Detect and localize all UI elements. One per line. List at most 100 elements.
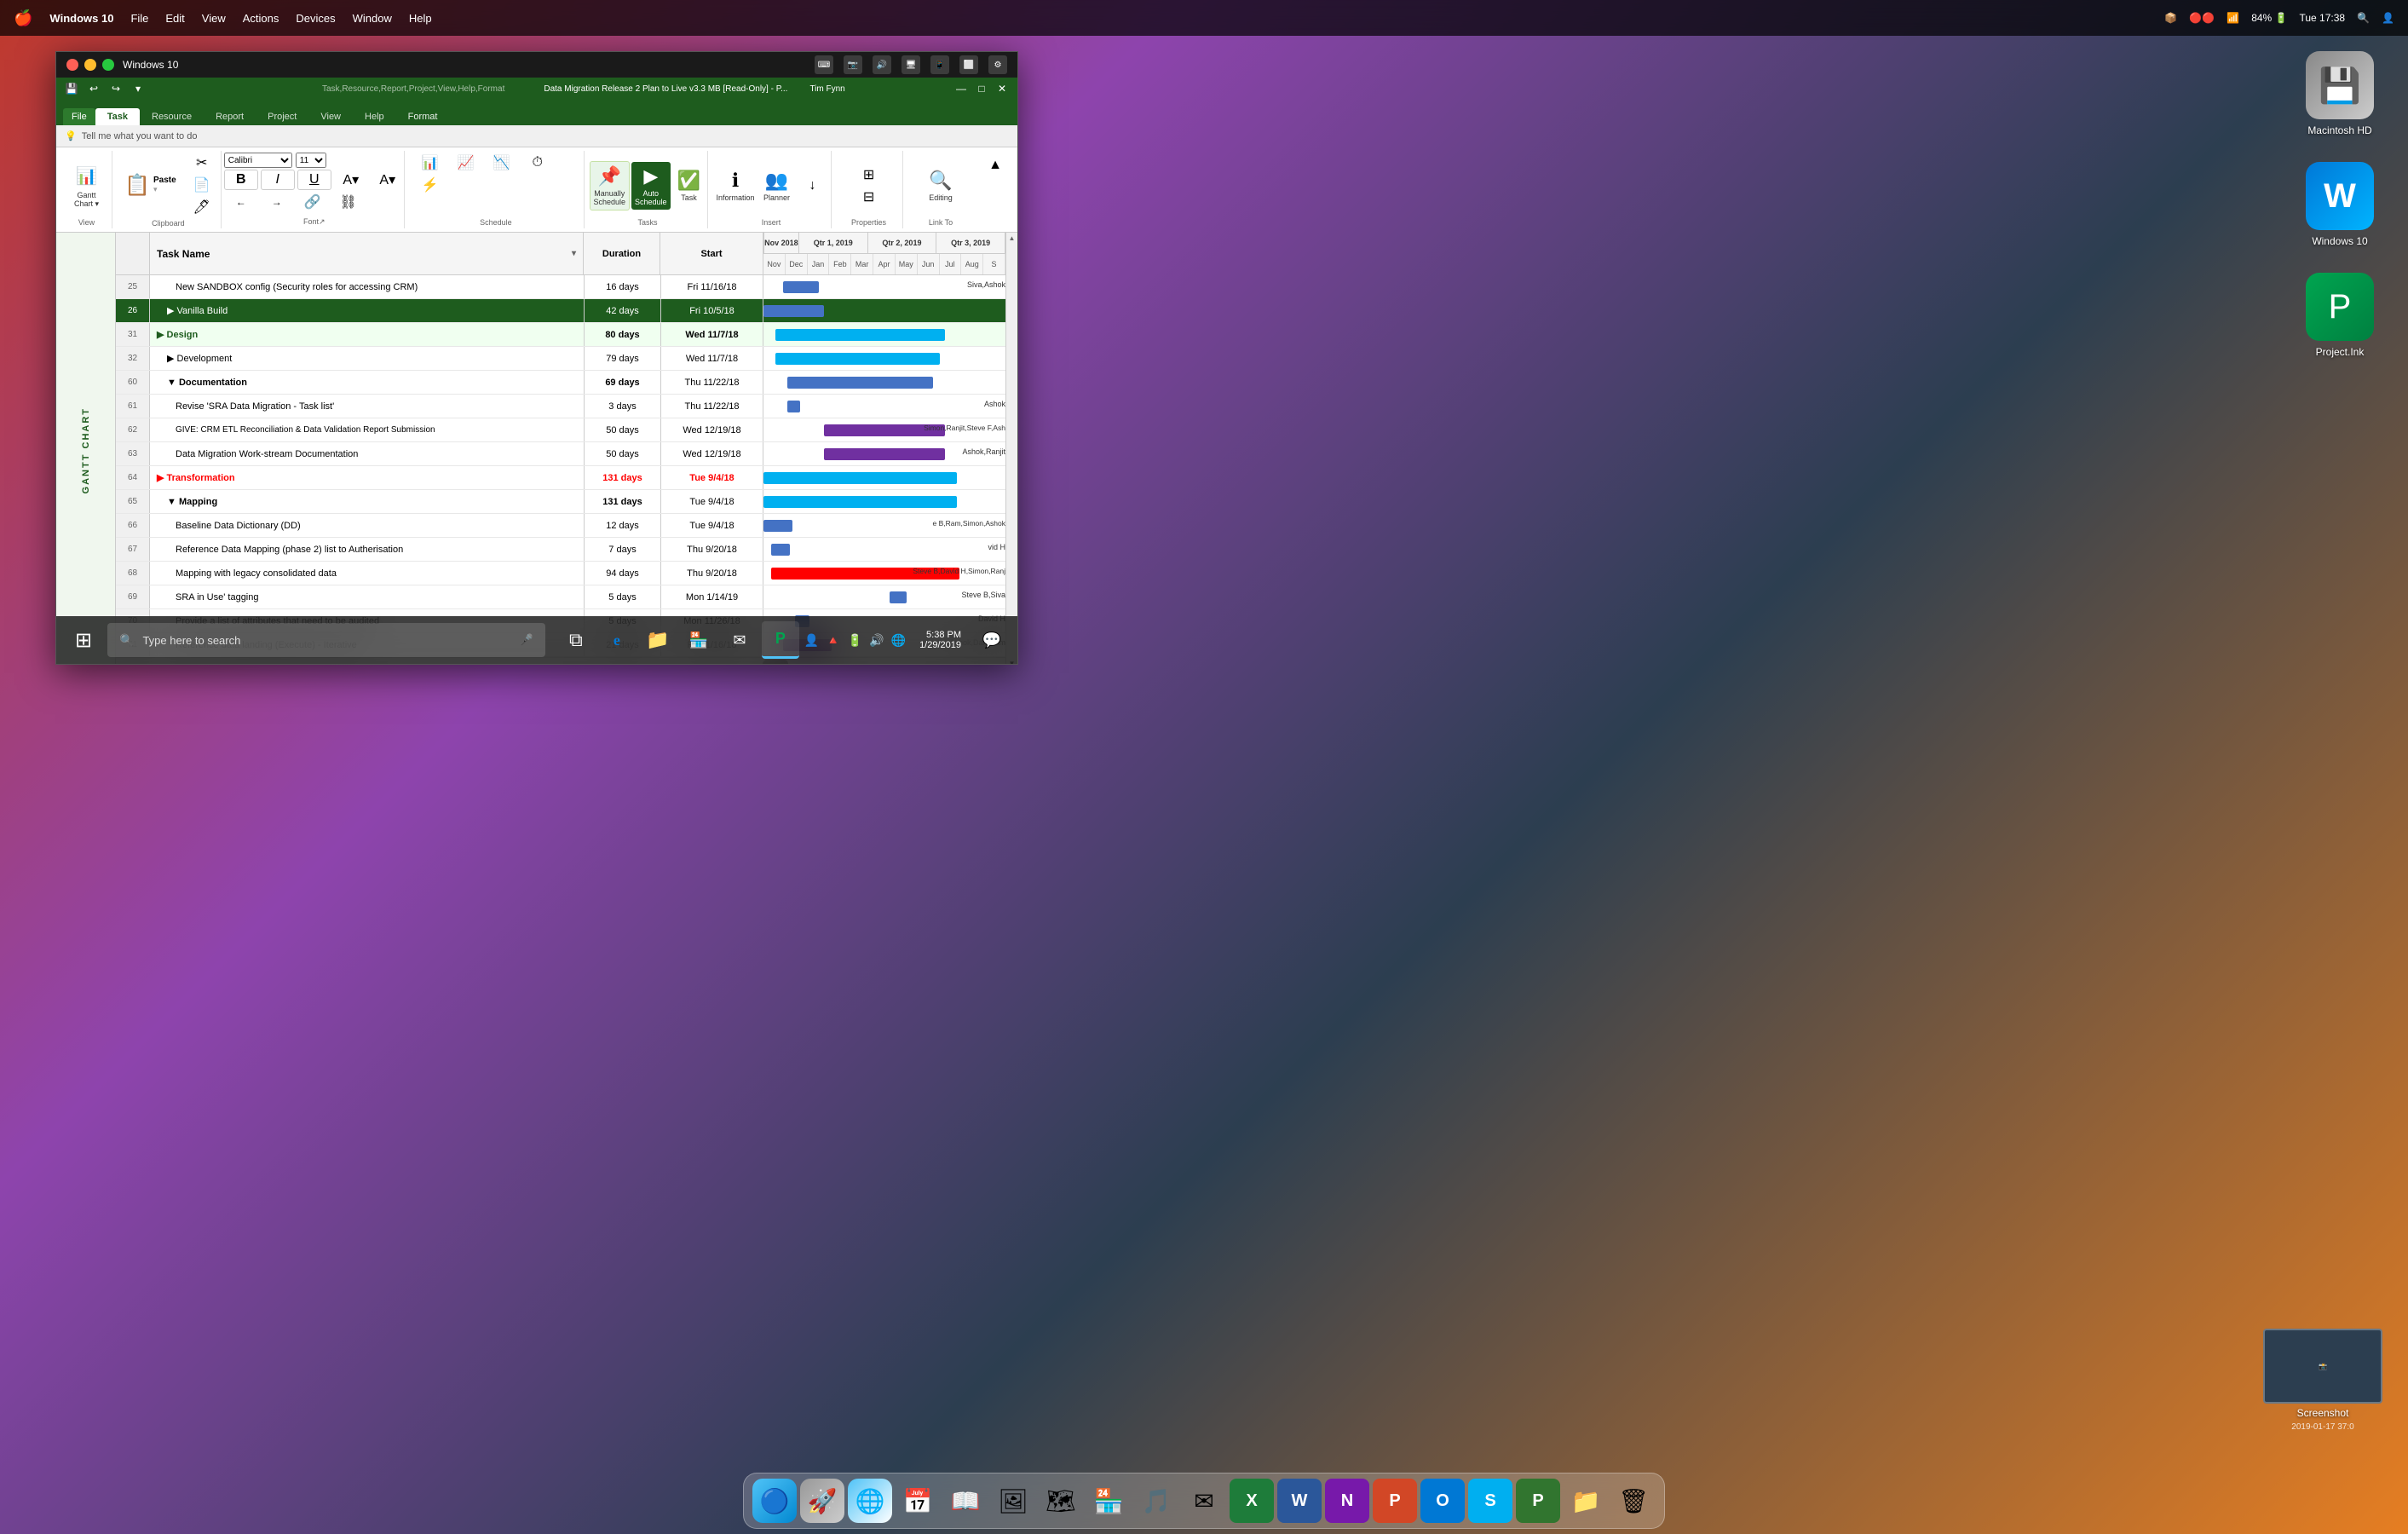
row-name-63[interactable]: Data Migration Work-stream Documentation — [150, 442, 585, 465]
menu-view[interactable]: View — [202, 12, 226, 25]
projectink-icon[interactable]: P Project.Ink — [2289, 273, 2391, 358]
windows10-icon[interactable]: W Windows 10 — [2289, 162, 2391, 247]
row-name-64[interactable]: ▶ Transformation — [150, 466, 585, 489]
tray-chevron-icon[interactable]: 🔺 — [826, 633, 840, 648]
spotlight-icon[interactable]: 🔍 — [2357, 12, 2370, 24]
row-name-32[interactable]: ▶ Development — [150, 347, 585, 370]
dock-music[interactable]: 🎵 — [1134, 1479, 1178, 1523]
table-row[interactable]: 61 Revise 'SRA Data Migration - Task lis… — [116, 395, 1005, 418]
table-row[interactable]: 32 ▶ Development 79 days Wed 11/7/18 — [116, 347, 1005, 371]
dock-contacts[interactable]: 📖 — [943, 1479, 988, 1523]
dock-finder[interactable]: 🔵 — [752, 1479, 797, 1523]
tray-person-icon[interactable]: 👤 — [804, 633, 819, 648]
vertical-scrollbar[interactable]: ▲ ▼ — [1005, 233, 1017, 664]
tell-me-text[interactable]: Tell me what you want to do — [82, 131, 198, 141]
microphone-icon[interactable]: 🎤 — [520, 633, 533, 647]
row-name-26[interactable]: ▶ Vanilla Build — [150, 299, 585, 322]
schedule-btn1[interactable]: 📊 — [413, 153, 447, 173]
start-button[interactable]: ⊞ — [65, 621, 102, 659]
row-name-25[interactable]: New SANDBOX config (Security roles for a… — [150, 275, 585, 298]
dock-launchpad[interactable]: 🚀 — [800, 1479, 844, 1523]
camera-icon[interactable]: 📷 — [844, 55, 862, 74]
tab-file[interactable]: File — [63, 108, 95, 125]
table-row[interactable]: 64 ▶ Transformation 131 days Tue 9/4/18 — [116, 466, 1005, 490]
task-button[interactable]: ✅ Task — [672, 166, 706, 205]
bold-button[interactable]: B — [224, 170, 258, 190]
apple-menu[interactable]: 🍎 — [14, 9, 32, 27]
table-row[interactable]: 60 ▼ Documentation 69 days Thu 11/22/18 — [116, 371, 1005, 395]
screenshot-thumbnail[interactable]: 📸 Screenshot 2019-01-17 37:0 — [2255, 1329, 2391, 1432]
table-row[interactable]: 25 New SANDBOX config (Security roles fo… — [116, 275, 1005, 299]
format-paint-button[interactable]: 🖊 — [185, 197, 219, 217]
dock-trash[interactable]: 🗑 — [1611, 1479, 1656, 1523]
tab-report[interactable]: Report — [204, 108, 256, 125]
schedule-btn4[interactable]: ⏱ — [521, 153, 555, 173]
dock-safari[interactable]: 🌐 — [848, 1479, 892, 1523]
mail-button[interactable]: ✉ — [721, 621, 758, 659]
dock-appstore[interactable]: 🏪 — [1086, 1479, 1131, 1523]
fullscreen-icon[interactable]: ⬜ — [959, 55, 978, 74]
sound-icon[interactable]: 🔊 — [873, 55, 891, 74]
italic-button[interactable]: I — [261, 170, 295, 190]
task-name-filter-icon[interactable]: ▾ — [572, 249, 576, 258]
menu-actions[interactable]: Actions — [243, 12, 279, 25]
project-taskbar-button[interactable]: P — [762, 621, 799, 659]
dock-photos[interactable]: 🖼 — [991, 1479, 1035, 1523]
dock-project-ms[interactable]: P — [1516, 1479, 1560, 1523]
schedule-btn2[interactable]: 📈 — [449, 153, 483, 173]
usb-icon[interactable]: 📱 — [930, 55, 949, 74]
tab-resource[interactable]: Resource — [140, 108, 204, 125]
planner-button[interactable]: 👥 Planner — [760, 166, 794, 205]
link-button[interactable]: 🔗 — [296, 192, 330, 212]
table-row[interactable]: 26 ▶ Vanilla Build 42 days Fri 10/5/18 — [116, 299, 1005, 323]
table-row[interactable]: 67 Reference Data Mapping (phase 2) list… — [116, 538, 1005, 562]
manually-schedule-button[interactable]: 📌 ManuallySchedule — [590, 161, 631, 210]
keyboard-icon[interactable]: ⌨ — [815, 55, 833, 74]
row-name-66[interactable]: Baseline Data Dictionary (DD) — [150, 514, 585, 537]
dock-calendar[interactable]: 📅 — [896, 1479, 940, 1523]
table-row[interactable]: 62 GIVE: CRM ETL Reconciliation & Data V… — [116, 418, 1005, 442]
user-icon[interactable]: 👤 — [2382, 12, 2394, 24]
insert-down-button[interactable]: ↓ — [796, 175, 830, 197]
paste-button[interactable]: 📋 Paste ▾ — [118, 168, 183, 203]
maximize-button[interactable] — [102, 59, 114, 71]
dock-maps[interactable]: 🗺 — [1039, 1479, 1083, 1523]
cut-button[interactable]: ✂ — [185, 153, 219, 173]
editing-button[interactable]: 🔍 Editing — [924, 166, 958, 205]
indent-button[interactable]: → — [260, 192, 294, 212]
task-view-button[interactable]: ⧉ — [557, 621, 595, 659]
settings-icon[interactable]: ⚙ — [988, 55, 1007, 74]
copy-button[interactable]: 📄 — [185, 175, 219, 195]
duration-header[interactable]: Duration — [584, 233, 660, 274]
task-name-header[interactable]: Task Name ▾ — [150, 233, 584, 274]
table-row[interactable]: 69 SRA in Use' tagging 5 days Mon 1/14/1… — [116, 585, 1005, 609]
schedule-btn3[interactable]: 📉 — [485, 153, 519, 173]
gantt-chart-button[interactable]: 📊 GanttChart ▾ — [68, 159, 106, 212]
dock-skype[interactable]: S — [1468, 1479, 1512, 1523]
macintosh-hd-icon[interactable]: 💾 Macintosh HD — [2289, 51, 2391, 136]
taskbar-search[interactable]: 🔍 Type here to search 🎤 — [107, 623, 545, 657]
row-name-69[interactable]: SRA in Use' tagging — [150, 585, 585, 608]
row-name-67[interactable]: Reference Data Mapping (phase 2) list to… — [150, 538, 585, 561]
minimize-button[interactable] — [84, 59, 96, 71]
schedule-btn5[interactable]: ⚡ — [413, 175, 447, 195]
information-button[interactable]: ℹ Information — [713, 166, 758, 205]
dock-word[interactable]: W — [1277, 1479, 1322, 1523]
row-name-68[interactable]: Mapping with legacy consolidated data — [150, 562, 585, 585]
restore-window-icon[interactable]: □ — [973, 80, 990, 97]
tray-network-icon[interactable]: 🌐 — [891, 633, 906, 648]
menu-devices[interactable]: Devices — [296, 12, 335, 25]
edge-browser-button[interactable]: e — [598, 621, 636, 659]
start-header[interactable]: Start — [660, 233, 763, 274]
dock-onenote[interactable]: N — [1325, 1479, 1369, 1523]
table-row[interactable]: 63 Data Migration Work-stream Documentat… — [116, 442, 1005, 466]
screen-icon[interactable]: 🖥 — [902, 55, 920, 74]
minimize-window-icon[interactable]: — — [953, 80, 970, 97]
auto-schedule-button[interactable]: ▶ AutoSchedule — [631, 162, 671, 210]
table-row[interactable]: 31 ▶ Design 80 days Wed 11/7/18 — [116, 323, 1005, 347]
menu-help[interactable]: Help — [409, 12, 432, 25]
dock-excel[interactable]: X — [1230, 1479, 1274, 1523]
highlight-button[interactable]: A▾ — [334, 170, 368, 190]
font-color-button[interactable]: A▾ — [371, 170, 405, 190]
store-button[interactable]: 🏪 — [680, 621, 717, 659]
